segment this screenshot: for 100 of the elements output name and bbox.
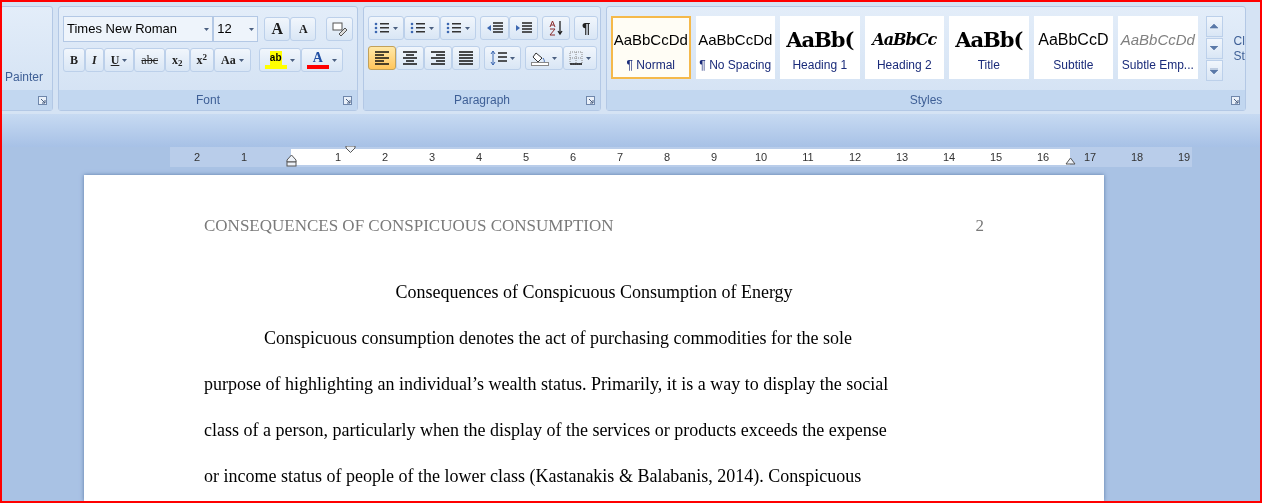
font-color-button[interactable]: A: [300, 48, 343, 72]
strikethrough-button[interactable]: abc: [134, 48, 165, 72]
show-formatting-marks-button[interactable]: ¶: [574, 16, 599, 40]
dropdown-caret-icon: [249, 27, 255, 31]
style-gallery-item[interactable]: AaBbCcDd ¶ No Spacing: [695, 16, 776, 79]
style-preview: AaBb(: [786, 26, 854, 54]
style-gallery-item[interactable]: AaBb( Heading 1: [780, 16, 860, 79]
superscript-button[interactable]: x$^{2}$: [189, 48, 214, 72]
ruler-number: 2: [193, 150, 201, 165]
ruler-number: 10: [754, 150, 768, 165]
arrow-icon: [1210, 45, 1219, 52]
style-preview: AaBbCc: [872, 29, 937, 51]
ruler-number: 3: [428, 150, 436, 165]
ruler-number: 16: [1036, 150, 1050, 165]
borders-button[interactable]: [563, 46, 597, 70]
highlight-button[interactable]: ab: [258, 48, 301, 72]
outdent-icon: [486, 21, 503, 35]
style-preview: AaBbCcDd: [1120, 30, 1195, 50]
change-case-button[interactable]: Aa: [214, 48, 251, 72]
style-gallery-item[interactable]: AaBb( Title: [949, 16, 1029, 79]
bold-button[interactable]: B: [63, 48, 85, 72]
arrow-icon: [1210, 67, 1219, 74]
dropdown-caret-icon: [429, 26, 434, 30]
align-right-button[interactable]: [424, 46, 452, 70]
left-indent-marker-icon: [286, 155, 297, 167]
sort-az-icon: [548, 20, 564, 36]
line-spacing-icon: [490, 50, 507, 66]
dropdown-caret-icon: [393, 26, 398, 30]
ruler-number: 17: [1083, 150, 1097, 165]
more-styles-button[interactable]: [1205, 60, 1223, 81]
font-size-field[interactable]: 12: [213, 16, 259, 42]
ruler-number: 11: [802, 150, 814, 165]
scroll-up-button[interactable]: [1205, 16, 1223, 37]
italic-button[interactable]: I: [85, 48, 104, 72]
ruler-number: 15: [989, 150, 1003, 165]
shrink-font-button[interactable]: A: [290, 17, 317, 41]
dropdown-caret-icon: [238, 58, 244, 62]
ruler-number: 7: [616, 150, 624, 165]
right-indent-marker-icon: [1065, 157, 1076, 165]
page-number: 2: [975, 215, 984, 237]
dialog-launcher-icon: [343, 96, 352, 105]
dropdown-caret-icon: [289, 58, 295, 62]
dialog-launcher-icon: [586, 96, 595, 105]
ruler-number: 18: [1130, 150, 1144, 165]
ruler-number: 13: [895, 150, 909, 165]
sort-button[interactable]: [542, 16, 570, 40]
scroll-down-button[interactable]: [1205, 38, 1223, 59]
align-left-button[interactable]: [368, 46, 396, 70]
grow-font-button[interactable]: A: [264, 17, 291, 41]
decrease-indent-button[interactable]: [480, 16, 509, 40]
subscript-button[interactable]: x$_{2}$: [165, 48, 190, 72]
dropdown-caret-icon: [331, 58, 337, 62]
line-spacing-button[interactable]: [484, 46, 521, 70]
body-text-line: or income status of people of the lower class (Kastanakis & Balabanis, 2014). Conspicuous: [204, 464, 863, 488]
align-center-button[interactable]: [396, 46, 424, 70]
clear-formatting-button[interactable]: [326, 17, 353, 41]
format-painter-label[interactable]: Painter: [5, 68, 48, 86]
border-grid-icon: [569, 51, 583, 65]
group-label: Font: [196, 92, 220, 109]
body-text-line: purpose of highlighting an individual’s wealth status. Primarily, it is a way to display the social: [204, 372, 890, 396]
style-preview: AaBbCcDd: [613, 30, 688, 50]
style-preview: AaBb(: [955, 26, 1023, 54]
group-label: Paragraph: [453, 92, 510, 109]
style-gallery-item[interactable]: AaBbCc Heading 2: [864, 16, 945, 79]
style-gallery-item[interactable]: AaBbCcD Subtitle: [1033, 16, 1114, 79]
dialog-launcher-icon: [1231, 96, 1240, 105]
body-text-line: Conspicuous consumption denotes the act of purchasing commodities for the sole: [263, 326, 853, 350]
style-gallery-item[interactable]: AaBbCcDd ¶ Normal: [611, 16, 691, 79]
dropdown-caret-icon: [465, 26, 470, 30]
change-styles-label[interactable]: St: [1233, 49, 1245, 64]
ruler-number: 1: [240, 150, 248, 165]
running-head: CONSEQUENCES OF CONSPICUOUS CONSUMPTION: [204, 215, 614, 237]
dropdown-caret-icon: [586, 56, 591, 60]
numbering-button[interactable]: [404, 16, 440, 40]
multilevel-list-button[interactable]: [440, 16, 476, 40]
arrow-icon: [1210, 23, 1219, 30]
ruler-number: 19: [1177, 150, 1191, 165]
underline-button[interactable]: U: [103, 48, 135, 72]
align-left-icon: [374, 50, 390, 66]
body-text-line: class of a person, particularly when the display of the services or products exceeds the expense: [204, 418, 888, 442]
increase-indent-button[interactable]: [509, 16, 538, 40]
font-family-field[interactable]: Times New Roman: [63, 16, 214, 42]
bullets-button[interactable]: [368, 16, 404, 40]
ruler-number: 2: [381, 150, 389, 165]
align-center-icon: [402, 50, 418, 66]
align-justify-button[interactable]: [452, 46, 480, 70]
ruler-number: 6: [569, 150, 577, 165]
change-styles-label[interactable]: Cl: [1233, 34, 1245, 49]
ruler-number: 9: [710, 150, 718, 165]
dropdown-caret-icon: [552, 56, 557, 60]
dialog-launcher-icon: [38, 96, 47, 105]
indent-icon: [515, 21, 532, 35]
ruler-number: 8: [663, 150, 671, 165]
shading-button[interactable]: [525, 46, 563, 70]
dropdown-caret-icon: [122, 58, 128, 62]
align-justify-icon: [458, 50, 474, 66]
style-gallery-item[interactable]: AaBbCcDd Subtle Emp...: [1118, 16, 1198, 79]
dropdown-caret-icon: [204, 27, 210, 31]
ruler-number: 1: [334, 150, 342, 165]
ruler-number: 12: [848, 150, 862, 165]
